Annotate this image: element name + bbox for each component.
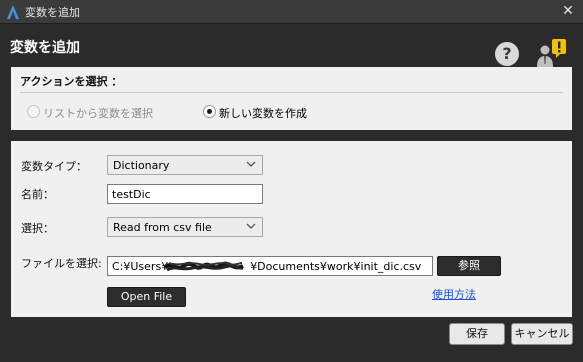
open-file-button[interactable]: Open File [107, 287, 186, 307]
file-path-end: ¥Documents¥work¥init_dic.csv [250, 260, 422, 273]
radio-create-new-label[interactable]: 新しい変数を作成 [219, 105, 307, 121]
chevron-down-icon [246, 223, 256, 229]
action-panel: アクションを選択 ： リストから変数を選択 新しい変数を作成 [11, 67, 572, 130]
save-button[interactable]: 保存 [449, 323, 505, 345]
radio-select-from-list [27, 105, 40, 118]
variable-type-value: Dictionary [113, 159, 170, 172]
user-warning-icon[interactable] [534, 38, 570, 68]
dialog-header: 変数を追加 [0, 25, 583, 67]
window-title: 変数を追加 [25, 6, 80, 19]
dialog-title: 変数を追加 [10, 40, 80, 56]
app-logo-icon [7, 5, 19, 19]
name-label: 名前： [21, 188, 54, 201]
file-label: ファイルを選択: [21, 257, 102, 270]
file-path-input[interactable]: C:¥Users¥ ¥Documents¥work¥init_dic.csv [107, 256, 433, 276]
source-select[interactable]: Read from csv file [107, 217, 263, 237]
select-label: 選択： [21, 222, 54, 235]
name-input-value: testDic [112, 188, 151, 201]
chevron-down-icon [246, 161, 256, 167]
source-select-value: Read from csv file [113, 221, 212, 234]
variable-type-select[interactable]: Dictionary [107, 155, 263, 175]
radio-create-new[interactable] [203, 105, 216, 118]
file-path-start: C:¥Users¥ [112, 260, 169, 273]
name-input[interactable]: testDic [107, 184, 263, 204]
action-label: アクションを選択 ： [20, 75, 123, 88]
browse-button[interactable]: 参照 [437, 256, 501, 276]
help-icon[interactable]: ? [495, 42, 519, 66]
usage-link[interactable]: 使用方法 [432, 286, 476, 302]
close-icon[interactable]: ✕ [559, 2, 577, 20]
divider [20, 92, 563, 93]
cancel-button[interactable]: キャンセル [511, 323, 573, 345]
variable-type-label: 変数タイプ： [21, 160, 87, 173]
radio-select-from-list-label: リストから変数を選択 [43, 107, 153, 120]
form-panel: 変数タイプ： Dictionary 名前： testDic 選択： Read f… [11, 141, 572, 317]
title-bar: 変数を追加 ✕ [0, 0, 583, 24]
redaction-scribble [163, 261, 244, 272]
